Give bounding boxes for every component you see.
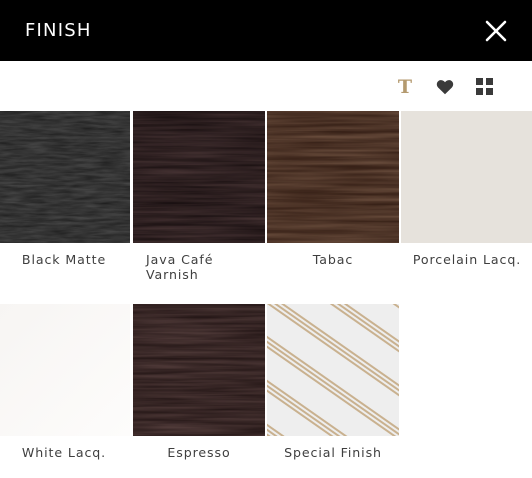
swatch-white-lacquer [0, 304, 130, 436]
finish-card-java-cafe-varnish[interactable]: Java Café Varnish [133, 111, 265, 282]
finish-card-porcelain-lacquer[interactable]: Porcelain Lacq. [401, 111, 532, 267]
finish-card-espresso[interactable]: Espresso [133, 304, 265, 460]
panel-header: FINISH [0, 0, 532, 61]
finish-card-black-matte[interactable]: Black Matte [0, 111, 130, 267]
panel-title: FINISH [25, 20, 92, 41]
swatch-java-cafe-varnish [133, 111, 265, 243]
text-icon: T [397, 75, 413, 98]
grid-icon [476, 78, 493, 95]
finish-label: Espresso [167, 445, 231, 460]
finish-label: White Lacq. [21, 445, 107, 460]
finish-card-special-finish[interactable]: Special Finish [267, 304, 399, 460]
finish-label: Java Café Varnish [146, 252, 214, 282]
finish-label: Black Matte [21, 252, 107, 267]
swatch-black-matte [0, 111, 130, 243]
finish-card-white-lacquer[interactable]: White Lacq. [0, 304, 130, 460]
favorites-button[interactable] [434, 76, 456, 98]
heart-icon [436, 80, 454, 95]
text-view-button[interactable]: T [394, 76, 416, 98]
close-icon [485, 20, 507, 41]
swatch-tabac [267, 111, 399, 243]
swatch-special-finish [267, 304, 399, 436]
finish-label: Porcelain Lacq. [412, 252, 522, 267]
close-button[interactable] [484, 19, 508, 43]
finish-label: Tabac [312, 252, 354, 267]
view-toolbar: T [394, 74, 496, 100]
swatch-porcelain-lacquer [401, 111, 532, 243]
finish-label: Special Finish [284, 445, 382, 460]
grid-view-button[interactable] [474, 76, 496, 98]
finish-card-tabac[interactable]: Tabac [267, 111, 399, 267]
swatch-espresso [133, 304, 265, 436]
